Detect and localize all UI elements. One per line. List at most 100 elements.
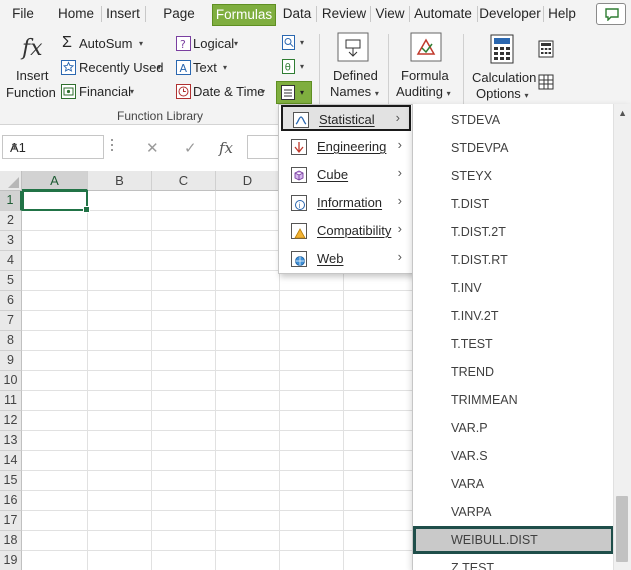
autosum-button[interactable]: Σ AutoSum ▾ xyxy=(60,34,160,54)
chevron-down-icon: ▾ xyxy=(300,38,305,47)
date-time-button[interactable]: Date & Time ▾ xyxy=(175,84,275,102)
grid-line xyxy=(22,370,422,371)
logical-label: Logical xyxy=(193,36,235,51)
function-item-t-test[interactable]: T.TEST xyxy=(413,330,613,358)
logical-icon: ? xyxy=(176,36,191,51)
chevron-down-icon[interactable]: ▼ xyxy=(10,141,97,151)
information-icon: i xyxy=(291,195,307,211)
logical-button[interactable]: ? Logical ▾ xyxy=(175,36,255,54)
grid-line xyxy=(22,510,422,511)
svg-text:i: i xyxy=(299,202,301,210)
chevron-down-icon: ▾ xyxy=(157,63,162,72)
tab-separator xyxy=(370,6,371,22)
row-header-6[interactable]: 6 xyxy=(0,291,22,311)
function-item-var-p[interactable]: VAR.P xyxy=(413,414,613,442)
calculation-options-button[interactable]: Calculation Options ▾ xyxy=(470,34,536,104)
menu-item-cube[interactable]: Cube › xyxy=(281,162,411,188)
submenu-scrollbar[interactable]: ▲ xyxy=(613,104,631,570)
function-item-t-dist-rt[interactable]: T.DIST.RT xyxy=(413,246,613,274)
defined-names-button[interactable]: Defined Names ▾ xyxy=(330,32,380,104)
tab-insert[interactable]: Insert xyxy=(104,5,142,25)
column-header-a[interactable]: A xyxy=(22,171,88,191)
tab-developer[interactable]: Developer xyxy=(479,5,541,25)
function-item-vara[interactable]: VARA xyxy=(413,470,613,498)
row-header-19[interactable]: 19 xyxy=(0,551,22,570)
scrollbar-thumb[interactable] xyxy=(616,496,628,562)
function-item-t-inv[interactable]: T.INV xyxy=(413,274,613,302)
row-header-5[interactable]: 5 xyxy=(0,271,22,291)
tab-automate[interactable]: Automate xyxy=(412,5,474,25)
row-header-12[interactable]: 12 xyxy=(0,411,22,431)
row-header-1[interactable]: 1 xyxy=(0,191,22,211)
function-item-t-dist-2t[interactable]: T.DIST.2T xyxy=(413,218,613,246)
function-item-varpa[interactable]: VARPA xyxy=(413,498,613,526)
cancel-icon[interactable]: ✕ xyxy=(146,139,159,157)
row-header-4[interactable]: 4 xyxy=(0,251,22,271)
star-icon xyxy=(61,60,76,75)
lookup-reference-button[interactable]: ▾ xyxy=(281,34,311,54)
function-item-t-inv-2t[interactable]: T.INV.2T xyxy=(413,302,613,330)
recently-used-label: Recently Used xyxy=(79,60,164,75)
column-header-c[interactable]: C xyxy=(152,171,216,191)
financial-button[interactable]: Financial ▾ xyxy=(60,84,140,102)
row-header-3[interactable]: 3 xyxy=(0,231,22,251)
comments-button[interactable] xyxy=(596,3,626,25)
insert-function-button[interactable]: fx Insert Function xyxy=(6,36,56,102)
row-header-14[interactable]: 14 xyxy=(0,451,22,471)
enter-icon[interactable]: ✓ xyxy=(184,139,197,157)
active-cell-a1[interactable] xyxy=(22,190,90,213)
row-header-17[interactable]: 17 xyxy=(0,511,22,531)
function-item-stdevpa[interactable]: STDEVPA xyxy=(413,134,613,162)
formula-auditing-button[interactable]: Formula Auditing ▾ xyxy=(396,32,456,104)
column-header-d[interactable]: D xyxy=(216,171,280,191)
menu-item-engineering[interactable]: Engineering › xyxy=(281,134,411,160)
tab-page-layout[interactable]: Page Layc xyxy=(148,5,210,25)
insert-function-icon[interactable]: fx xyxy=(219,139,233,157)
scroll-up-arrow-icon[interactable]: ▲ xyxy=(618,108,627,118)
function-item-z-test[interactable]: Z.TEST xyxy=(413,554,613,570)
function-item-weibull-dist[interactable]: WEIBULL.DIST xyxy=(413,526,614,554)
row-header-2[interactable]: 2 xyxy=(0,211,22,231)
menu-item-web[interactable]: Web › xyxy=(281,246,411,272)
formula-bar-grip[interactable] xyxy=(111,139,114,155)
tab-data[interactable]: Data xyxy=(281,5,313,25)
name-box[interactable]: A1 ▼ xyxy=(2,135,104,159)
column-header-b[interactable]: B xyxy=(88,171,152,191)
row-header-15[interactable]: 15 xyxy=(0,471,22,491)
calculate-sheet-button[interactable] xyxy=(538,74,556,92)
row-header-9[interactable]: 9 xyxy=(0,351,22,371)
function-item-trend[interactable]: TREND xyxy=(413,358,613,386)
menu-item-label: Cube xyxy=(317,167,349,182)
grid-line xyxy=(22,530,422,531)
math-trig-button[interactable]: θ ▾ xyxy=(281,58,311,78)
row-header-11[interactable]: 11 xyxy=(0,391,22,411)
tab-formulas[interactable]: Formulas xyxy=(212,4,276,26)
row-header-10[interactable]: 10 xyxy=(0,371,22,391)
function-item-trimmean[interactable]: TRIMMEAN xyxy=(413,386,613,414)
select-all-button[interactable] xyxy=(0,171,22,191)
row-header-16[interactable]: 16 xyxy=(0,491,22,511)
text-button[interactable]: A Text ▾ xyxy=(175,60,255,78)
function-item-steyx[interactable]: STEYX xyxy=(413,162,613,190)
row-header-7[interactable]: 7 xyxy=(0,311,22,331)
menu-item-statistical[interactable]: Statistical › xyxy=(281,105,411,131)
menu-item-compatibility[interactable]: Compatibility › xyxy=(281,218,411,244)
row-header-13[interactable]: 13 xyxy=(0,431,22,451)
row-header-8[interactable]: 8 xyxy=(0,331,22,351)
calculate-now-button[interactable] xyxy=(538,40,556,58)
svg-text:A: A xyxy=(180,62,188,75)
cube-icon xyxy=(291,167,307,183)
tab-review[interactable]: Review xyxy=(320,5,368,25)
function-item-t-dist[interactable]: T.DIST xyxy=(413,190,613,218)
menu-item-information[interactable]: i Information › xyxy=(281,190,411,216)
function-item-var-s[interactable]: VAR.S xyxy=(413,442,613,470)
tab-view[interactable]: View xyxy=(373,5,407,25)
tab-home[interactable]: Home xyxy=(55,5,97,25)
tab-file[interactable]: File xyxy=(7,5,39,25)
grid-line xyxy=(22,330,422,331)
recently-used-button[interactable]: Recently Used ▾ xyxy=(60,60,165,78)
row-header-18[interactable]: 18 xyxy=(0,531,22,551)
function-item-stdeva[interactable]: STDEVA xyxy=(413,106,613,134)
more-functions-button[interactable]: ▾ xyxy=(276,81,312,104)
tab-help[interactable]: Help xyxy=(546,5,578,25)
